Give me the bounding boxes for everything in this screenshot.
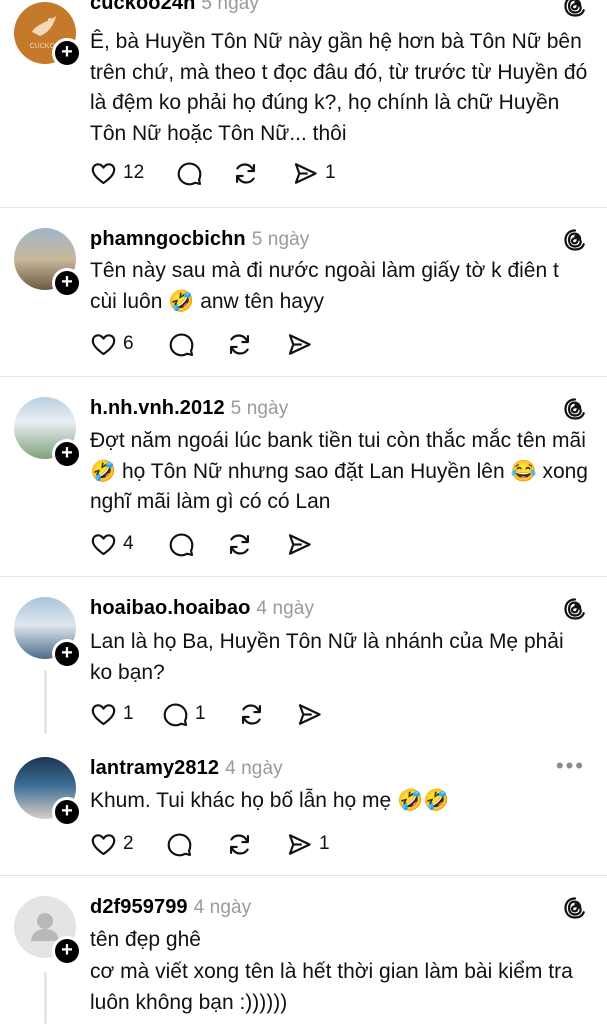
share-button[interactable]: [296, 700, 323, 728]
follow-plus-icon[interactable]: +: [52, 38, 82, 68]
heart-icon: [90, 831, 117, 858]
post-time: 5 ngày: [201, 0, 260, 14]
username-text[interactable]: cuckoo24h: [90, 0, 195, 14]
comment-button[interactable]: [168, 330, 195, 358]
repost-icon: [232, 160, 259, 187]
repost-icon: [226, 831, 253, 858]
username-text[interactable]: h.nh.vnh.2012: [90, 397, 225, 419]
follow-plus-icon[interactable]: +: [52, 639, 82, 669]
like-count: 1: [123, 703, 134, 724]
like-count: 4: [123, 533, 134, 554]
comment-button[interactable]: [166, 830, 193, 858]
username-text[interactable]: hoaibao.hoaibao: [90, 597, 250, 619]
like-count: 6: [123, 333, 134, 354]
post-time: 5 ngày: [251, 229, 310, 250]
repost-button[interactable]: [226, 530, 253, 558]
post-time: 4 ngày: [193, 897, 252, 918]
like-button[interactable]: 1: [90, 700, 134, 728]
username-text[interactable]: lantramy2812: [90, 757, 219, 779]
threads-icon[interactable]: [563, 397, 587, 421]
comment-button[interactable]: [176, 159, 203, 187]
post-lantramy2812: + lantramy2812 4 ngày ••• Khum. Tui khác …: [0, 737, 607, 875]
like-count: 2: [123, 833, 134, 854]
share-icon: [292, 160, 319, 187]
post-text: Đợt năm ngoái lúc bank tiền tui còn thắc…: [90, 429, 588, 513]
repost-button[interactable]: [232, 159, 259, 187]
heart-icon: [90, 331, 117, 358]
action-bar: 1 1: [90, 700, 390, 728]
share-icon: [286, 531, 313, 558]
post-phamngocbichn: + phamngocbichn 5 ngày Tên này sau mà đi …: [0, 208, 607, 376]
username-text[interactable]: d2f959799: [90, 896, 188, 918]
threads-icon[interactable]: [563, 896, 587, 920]
follow-plus-icon[interactable]: +: [52, 439, 82, 469]
like-button[interactable]: 12: [90, 159, 144, 187]
comment-button[interactable]: [168, 530, 195, 558]
heart-icon: [90, 701, 117, 728]
username[interactable]: cuckoo24h 5 ngày: [90, 0, 259, 15]
username[interactable]: phamngocbichn 5 ngày: [90, 228, 309, 251]
follow-plus-icon[interactable]: +: [52, 797, 82, 827]
post-time: 4 ngày: [225, 758, 283, 779]
repost-icon: [226, 331, 253, 358]
post-text-line-2: cơ mà viết xong tên là hết thời gian làm…: [90, 960, 573, 1014]
threads-icon[interactable]: [563, 597, 587, 621]
post-text: Khum. Tui khác họ bố lẫn họ mẹ 🤣🤣: [90, 789, 450, 812]
like-button[interactable]: 6: [90, 330, 134, 358]
like-button[interactable]: 4: [90, 530, 134, 558]
post-h-nh-vnh-2012: + h.nh.vnh.2012 5 ngày Đợt năm ngoái lúc …: [0, 377, 607, 576]
post-text: Lan là họ Ba, Huyền Tôn Nữ là nhánh của …: [90, 630, 564, 684]
follow-plus-icon[interactable]: +: [52, 936, 82, 966]
comment-icon: [168, 531, 195, 558]
comment-icon: [168, 331, 195, 358]
comment-icon: [166, 831, 193, 858]
username[interactable]: d2f959799 4 ngày: [90, 896, 251, 919]
comment-button[interactable]: 1: [162, 700, 206, 728]
repost-icon: [226, 531, 253, 558]
share-button[interactable]: 1: [286, 830, 330, 858]
username[interactable]: hoaibao.hoaibao 4 ngày: [90, 597, 314, 620]
post-cuckoo24h: CUCKOO + cuckoo24h 5 ngày Ê, bà Huyền Tôn…: [0, 0, 607, 208]
username-text[interactable]: phamngocbichn: [90, 228, 246, 250]
repost-button[interactable]: [226, 830, 253, 858]
post-text: tên đẹp ghê: [90, 928, 201, 951]
post-text: Tên này sau mà đi nước ngoài làm giấy tờ…: [90, 259, 559, 313]
action-bar: 6: [90, 330, 390, 358]
like-count: 12: [123, 162, 145, 183]
post-d2f959799: + d2f959799 4 ngày tên đẹp ghê cơ mà viết…: [0, 876, 607, 1024]
heart-icon: [90, 160, 117, 187]
heart-icon: [90, 531, 117, 558]
repost-button[interactable]: [238, 700, 265, 728]
share-icon: [286, 331, 313, 358]
share-icon: [286, 831, 313, 858]
action-bar: 2 1: [90, 830, 390, 858]
more-icon[interactable]: •••: [556, 753, 585, 779]
repost-icon: [238, 701, 265, 728]
share-count: 1: [319, 833, 330, 854]
share-icon: [296, 701, 323, 728]
follow-plus-icon[interactable]: +: [52, 268, 82, 298]
share-button[interactable]: 1: [292, 159, 336, 187]
post-hoaibao-hoaibao: + hoaibao.hoaibao 4 ngày Lan là họ Ba, Hu…: [0, 577, 607, 737]
share-button[interactable]: [286, 530, 313, 558]
post-time: 4 ngày: [256, 598, 315, 619]
action-bar: 12 1: [90, 159, 390, 187]
username[interactable]: h.nh.vnh.2012 5 ngày: [90, 397, 288, 420]
post-text: Ê, bà Huyền Tôn Nữ này gần hệ hơn bà Tôn…: [90, 30, 588, 145]
threads-icon[interactable]: [563, 0, 587, 18]
comment-icon: [162, 701, 189, 728]
share-count: 1: [325, 162, 336, 183]
comment-icon: [176, 160, 203, 187]
repost-button[interactable]: [226, 330, 253, 358]
comment-count: 1: [195, 703, 206, 724]
like-button[interactable]: 2: [90, 830, 134, 858]
username[interactable]: lantramy2812 4 ngày: [90, 757, 283, 780]
share-button[interactable]: [286, 330, 313, 358]
threads-icon[interactable]: [563, 228, 587, 252]
action-bar: 4: [90, 530, 390, 558]
post-time: 5 ngày: [230, 398, 289, 419]
